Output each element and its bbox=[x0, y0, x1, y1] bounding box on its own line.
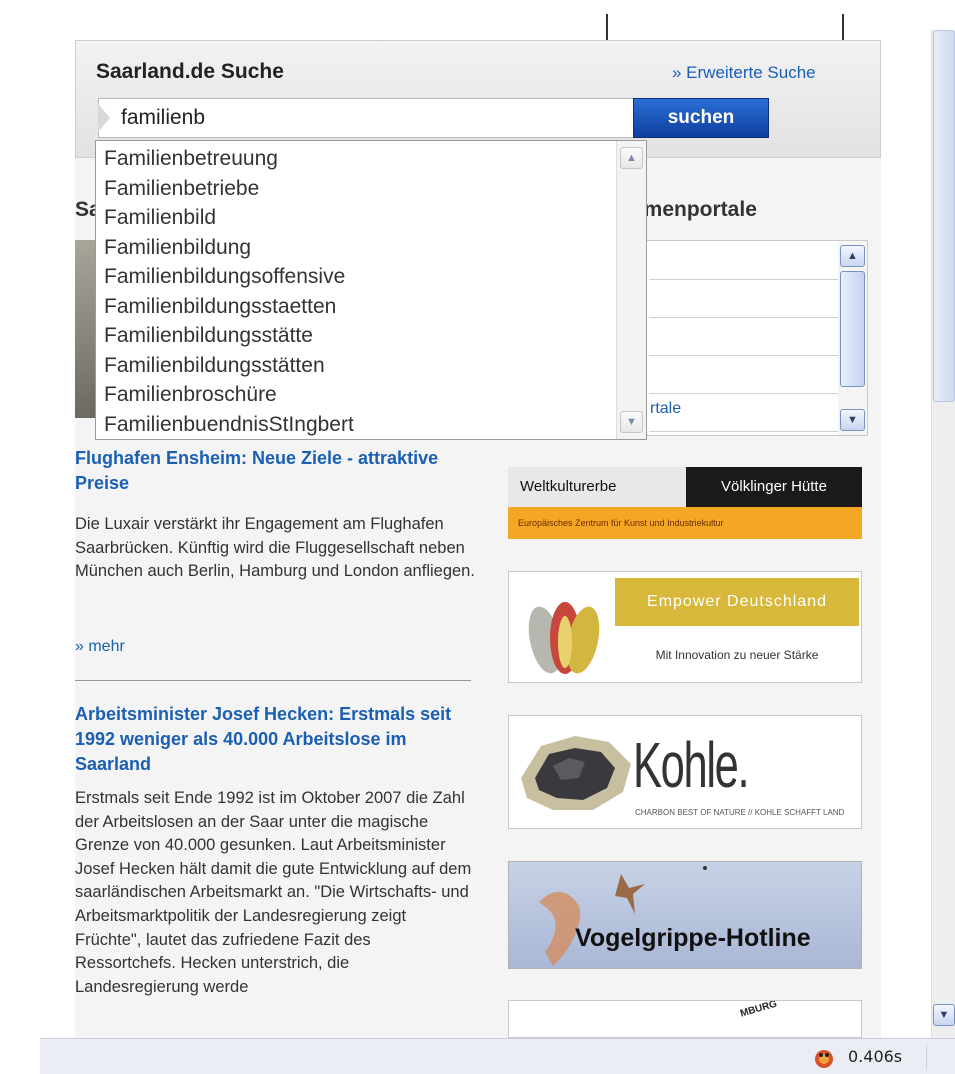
portal-link[interactable]: rtale bbox=[650, 400, 681, 418]
burg-title: MBURG bbox=[739, 1000, 779, 1020]
kohle-subtitle: CHARBON BEST OF NATURE // KOHLE SCHAFFT … bbox=[635, 808, 845, 817]
search-button[interactable]: suchen bbox=[633, 98, 769, 138]
top-input-box bbox=[606, 14, 844, 42]
portal-row-divider bbox=[649, 393, 847, 394]
browser-scroll-thumb[interactable] bbox=[933, 30, 955, 402]
status-load-time: 0.406s bbox=[848, 1047, 903, 1066]
status-bar: 0.406s bbox=[40, 1038, 955, 1074]
scroll-down-icon[interactable]: ▼ bbox=[840, 409, 865, 431]
empower-title: Empower Deutschland bbox=[615, 578, 859, 626]
suggestion-list: Familienbetreuung Familienbetriebe Famil… bbox=[96, 144, 616, 439]
empower-banner[interactable]: Empower Deutschland Mit Innovation zu ne… bbox=[508, 571, 862, 683]
scroll-up-icon[interactable]: ▲ bbox=[620, 147, 643, 169]
suggestion-item[interactable]: Familienbildungsstätte bbox=[96, 321, 616, 351]
suggestion-scrollbar[interactable]: ▲ ▼ bbox=[616, 141, 646, 439]
weltkulturerbe-banner[interactable]: Weltkulturerbe Völklinger Hütte Europäis… bbox=[508, 467, 862, 539]
browser-scrollbar[interactable]: ▼ bbox=[931, 30, 955, 1038]
flower-petals-icon bbox=[528, 602, 600, 674]
portal-row-divider bbox=[649, 431, 847, 432]
suggestion-item[interactable]: Familienbildungsoffensive bbox=[96, 262, 616, 292]
burg-banner[interactable]: MBURG bbox=[508, 1000, 862, 1038]
suggestion-item[interactable]: Familienbetriebe bbox=[96, 174, 616, 204]
autocomplete-dropdown[interactable]: Familienbetreuung Familienbetriebe Famil… bbox=[95, 140, 647, 440]
coal-rock-icon bbox=[521, 736, 631, 810]
portal-scrollbar[interactable]: ▲ ▼ bbox=[838, 241, 867, 435]
portal-row-divider bbox=[649, 355, 847, 356]
suggestion-item[interactable]: Familienbildungsstätten bbox=[96, 351, 616, 381]
scroll-down-icon[interactable]: ▼ bbox=[620, 411, 643, 433]
banner-welt-left: Weltkulturerbe bbox=[508, 467, 686, 507]
portal-scroll-thumb[interactable] bbox=[840, 271, 865, 387]
kohle-title: Kohle. bbox=[633, 729, 750, 801]
portal-row-divider bbox=[649, 317, 847, 318]
suggestion-item[interactable]: Familienbroschüre bbox=[96, 380, 616, 410]
suggestion-item[interactable]: Familienbildung bbox=[96, 233, 616, 263]
news-title-1[interactable]: Flughafen Ensheim: Neue Ziele - attrakti… bbox=[75, 446, 475, 496]
news-divider bbox=[75, 680, 471, 681]
suggestion-item[interactable]: Familienbild bbox=[96, 203, 616, 233]
suggestion-item[interactable]: Familienbetreuung bbox=[96, 144, 616, 174]
search-title: Saarland.de Suche bbox=[96, 60, 284, 83]
search-input[interactable] bbox=[98, 98, 634, 138]
status-separator bbox=[926, 1045, 927, 1069]
kohle-banner[interactable]: Kohle. CHARBON BEST OF NATURE // KOHLE S… bbox=[508, 715, 862, 829]
search-arrow-icon bbox=[98, 104, 110, 132]
banner-welt-right: Völklinger Hütte bbox=[686, 467, 862, 507]
suggestion-item[interactable]: FamilienbuendnisStIngbert bbox=[96, 410, 616, 440]
banner-welt-subtitle: Europäisches Zentrum für Kunst und Indus… bbox=[508, 507, 862, 539]
scroll-down-icon[interactable]: ▼ bbox=[933, 1004, 955, 1026]
more-link[interactable]: » mehr bbox=[75, 638, 125, 656]
portal-heading: emenportale bbox=[632, 198, 757, 221]
firebug-icon[interactable] bbox=[812, 1046, 836, 1070]
empower-subtitle: Mit Innovation zu neuer Stärke bbox=[655, 648, 819, 662]
vogelgrippe-title: Vogelgrippe-Hotline bbox=[575, 924, 811, 952]
news-teaser-image[interactable] bbox=[75, 240, 97, 418]
news-text-1: Die Luxair verstärkt ihr Engagement am F… bbox=[75, 515, 475, 581]
news-title-2[interactable]: Arbeitsminister Josef Hecken: Erstmals s… bbox=[75, 702, 475, 777]
browser-viewport: Saarland.de Suche » Erweiterte Suche suc… bbox=[0, 0, 955, 1074]
advanced-search-link[interactable]: » Erweiterte Suche bbox=[672, 63, 816, 83]
suggestion-item[interactable]: Familienbildungsstaetten bbox=[96, 292, 616, 322]
portal-row-divider bbox=[649, 279, 847, 280]
scroll-up-icon[interactable]: ▲ bbox=[840, 245, 865, 267]
vogelgrippe-banner[interactable]: Vogelgrippe-Hotline bbox=[508, 861, 862, 969]
news-text-2: Erstmals seit Ende 1992 ist im Oktober 2… bbox=[75, 789, 472, 996]
